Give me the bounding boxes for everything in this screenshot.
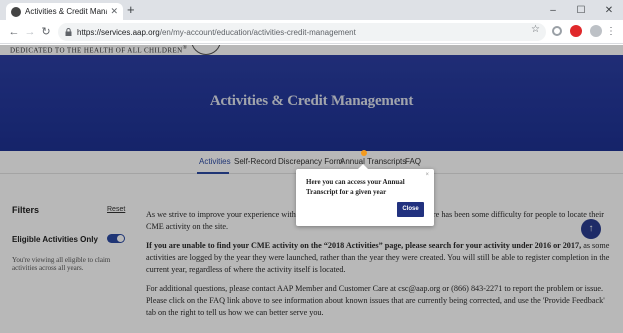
close-window-button[interactable]: ✕ — [595, 0, 623, 20]
tab-close-icon[interactable]: ✕ — [110, 6, 118, 17]
forward-icon[interactable]: → — [22, 24, 38, 40]
menu-icon[interactable]: ⋮ — [603, 24, 619, 40]
url-host: https://services.aap.org — [77, 27, 160, 37]
url-text: https://services.aap.org/en/my-account/e… — [77, 28, 356, 37]
aap-favicon-icon — [11, 6, 21, 17]
lock-icon — [65, 28, 72, 36]
reload-icon[interactable]: ↻ — [38, 24, 54, 40]
back-icon[interactable]: ← — [6, 24, 22, 40]
url-path: /en/my-account/education/activities-cred… — [159, 27, 356, 37]
popover-text: Here you can access your Annual Transcri… — [306, 178, 405, 196]
opera-icon[interactable] — [570, 25, 582, 37]
popover-close-icon[interactable]: × — [425, 172, 429, 178]
browser-toolbar: ← → ↻ https://services.aap.org/en/my-acc… — [0, 20, 623, 44]
tour-hotspot-icon[interactable] — [361, 150, 367, 156]
browser-tabstrip: Activities & Credit Management ✕ + – ☐ ✕ — [0, 0, 623, 20]
window-controls: – ☐ ✕ — [539, 0, 623, 20]
star-icon[interactable]: ☆ — [531, 24, 540, 35]
browser-tab[interactable]: Activities & Credit Management ✕ — [6, 3, 123, 20]
maximize-button[interactable]: ☐ — [567, 0, 595, 20]
minimize-button[interactable]: – — [539, 0, 567, 20]
profile-icon[interactable] — [590, 25, 602, 37]
tour-popover: × Here you can access your Annual Transc… — [296, 164, 434, 226]
tab-title: Activities & Credit Management — [25, 7, 107, 16]
extension-icon[interactable] — [552, 26, 562, 36]
new-tab-button[interactable]: + — [127, 3, 135, 17]
address-bar[interactable]: https://services.aap.org/en/my-account/e… — [58, 23, 546, 41]
popover-close-button[interactable]: Close — [397, 202, 424, 217]
